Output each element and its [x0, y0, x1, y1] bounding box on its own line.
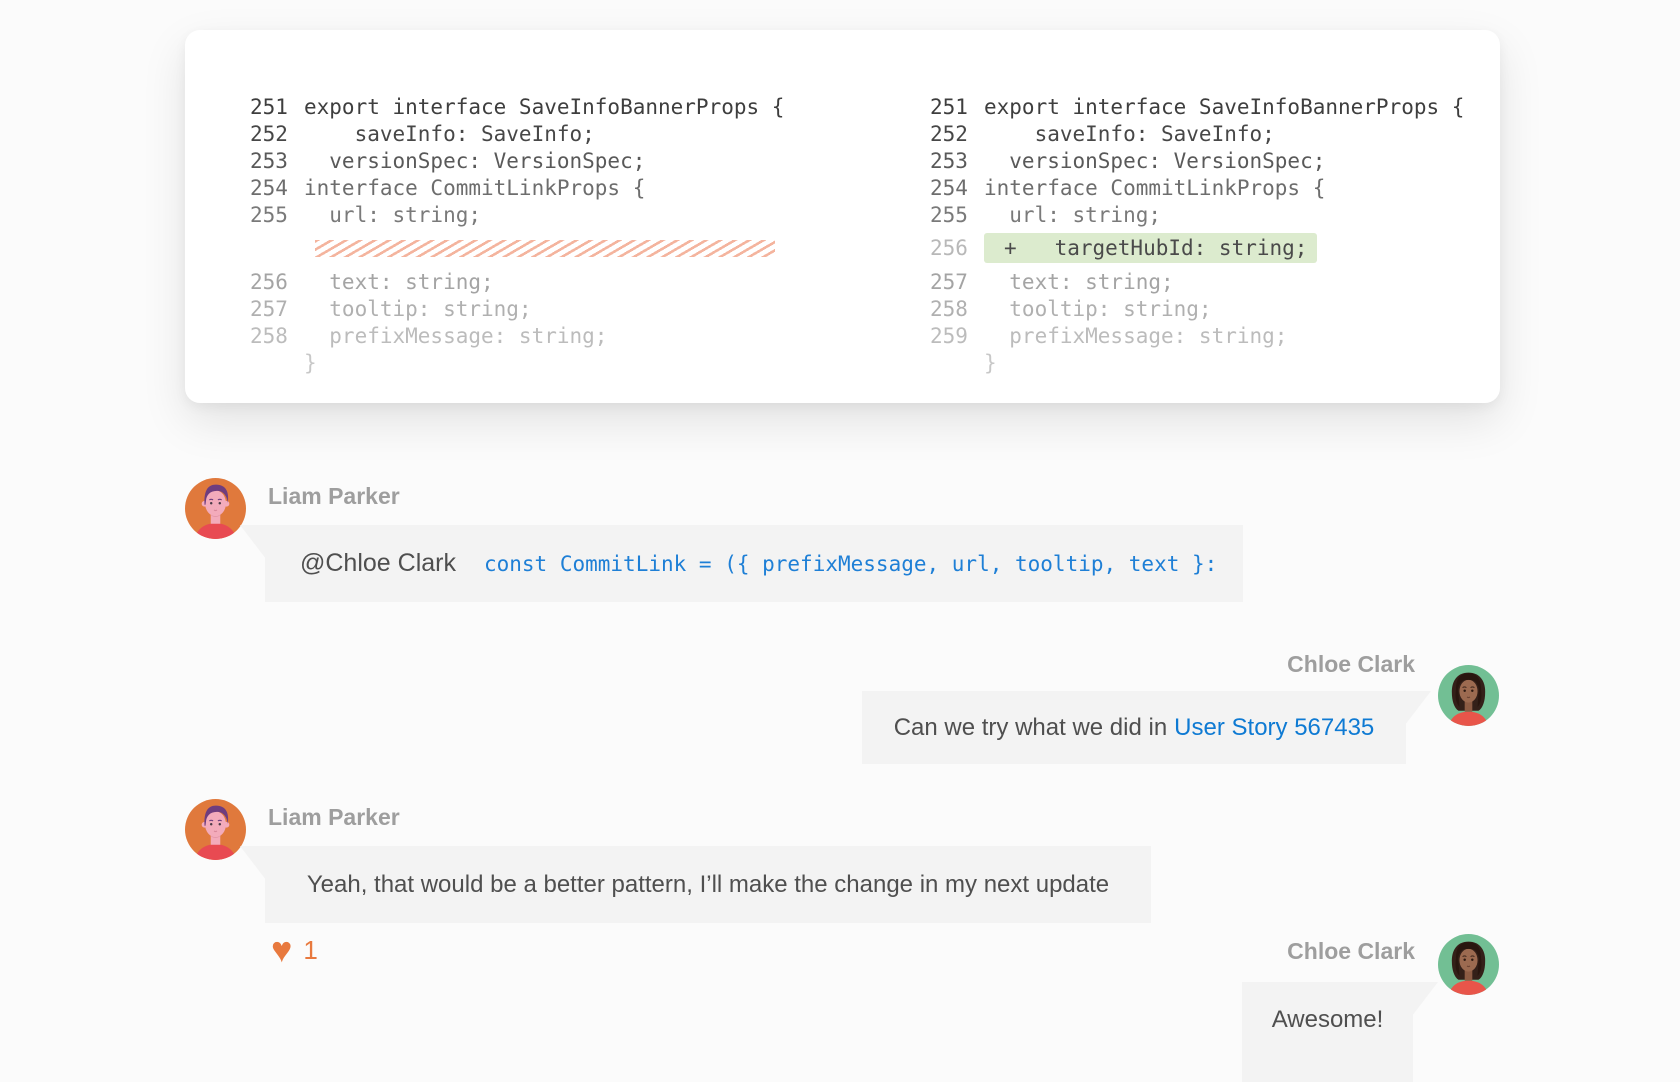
reaction-heart[interactable]: ♥ 1 [271, 932, 318, 968]
line-number: 258 [250, 324, 290, 348]
diff-line: 251 export interface SaveInfoBannerProps … [930, 93, 1464, 120]
line-number: 257 [250, 297, 290, 321]
chloe-avatar [1438, 934, 1499, 995]
diff-line: } [930, 349, 1464, 376]
diff-line: 253 versionSpec: VersionSpec; [930, 147, 1464, 174]
diff-line: 252 saveInfo: SaveInfo; [930, 120, 1464, 147]
diff-line: 258 prefixMessage: string; [250, 322, 784, 349]
line-code: prefixMessage: string; [304, 324, 607, 348]
line-code: } [304, 351, 317, 375]
diff-line: 256 text: string; [250, 268, 784, 295]
line-code: versionSpec: VersionSpec; [304, 149, 645, 173]
bubble-tail [1412, 982, 1438, 1016]
line-code: interface CommitLinkProps { [304, 176, 645, 200]
line-code: export interface SaveInfoBannerProps { [984, 95, 1464, 119]
line-number: 252 [930, 122, 970, 146]
diff-line: 254 interface CommitLinkProps { [250, 174, 784, 201]
message-text: Yeah, that would be a better pattern, I’… [307, 871, 1109, 899]
diff-line: 253 versionSpec: VersionSpec; [250, 147, 784, 174]
line-code: } [984, 351, 997, 375]
line-code: saveInfo: SaveInfo; [304, 122, 595, 146]
line-code: text: string; [984, 270, 1174, 294]
line-number: 253 [250, 149, 290, 173]
diff-line: 252 saveInfo: SaveInfo; [250, 120, 784, 147]
message-bubble: @Chloe Clark const CommitLink = ({ prefi… [265, 525, 1243, 602]
line-code: prefixMessage: string; [984, 324, 1287, 348]
changed-region-row [250, 228, 784, 268]
line-number: 258 [930, 297, 970, 321]
diff-line: 257 text: string; [930, 268, 1464, 295]
line-number: 256 [930, 236, 970, 260]
diff-line: 255 url: string; [930, 201, 1464, 228]
chloe-avatar [1438, 665, 1499, 726]
line-number: 251 [930, 95, 970, 119]
line-number: 257 [930, 270, 970, 294]
message-code-snippet: const CommitLink = ({ prefixMessage, url… [484, 552, 1217, 576]
line-code: interface CommitLinkProps { [984, 176, 1325, 200]
line-number: 259 [930, 324, 970, 348]
changed-lines-hatch [315, 240, 775, 257]
message-text: Awesome! [1272, 1006, 1384, 1034]
pr-review-illustration: 251 export interface SaveInfoBannerProps … [0, 0, 1680, 1057]
line-code: export interface SaveInfoBannerProps { [304, 95, 784, 119]
liam-avatar-illustration [185, 478, 246, 539]
diff-line: 254 interface CommitLinkProps { [930, 174, 1464, 201]
line-number: 251 [250, 95, 290, 119]
line-code: text: string; [304, 270, 494, 294]
chloe-avatar-illustration [1438, 665, 1499, 726]
line-code: url: string; [304, 203, 481, 227]
author-name: Chloe Clark [1287, 938, 1415, 965]
line-code: url: string; [984, 203, 1161, 227]
line-code: saveInfo: SaveInfo; [984, 122, 1275, 146]
author-name: Liam Parker [268, 804, 400, 831]
line-number: 255 [930, 203, 970, 227]
reaction-count: 1 [303, 935, 317, 966]
chloe-avatar-illustration [1438, 934, 1499, 995]
author-name: Chloe Clark [1287, 651, 1415, 678]
line-code: tooltip: string; [304, 297, 532, 321]
message-text: Can we try what we did in [894, 714, 1167, 742]
bubble-tail [1405, 691, 1431, 725]
diff-line: 257 tooltip: string; [250, 295, 784, 322]
message-bubble: Awesome! [1242, 982, 1413, 1082]
diff-line: } [250, 349, 784, 376]
message-bubble: Can we try what we did in User Story 567… [862, 691, 1406, 764]
liam-avatar [185, 799, 246, 860]
bubble-tail [240, 525, 266, 559]
diff-right-panel: 251 export interface SaveInfoBannerProps … [930, 93, 1464, 376]
added-line-row: 256 + targetHubId: string; [930, 228, 1464, 268]
liam-avatar-illustration [185, 799, 246, 860]
line-code: versionSpec: VersionSpec; [984, 149, 1325, 173]
line-number: 255 [250, 203, 290, 227]
liam-avatar [185, 478, 246, 539]
line-code: tooltip: string; [984, 297, 1212, 321]
heart-icon: ♥ [271, 932, 292, 968]
diff-left-panel: 251 export interface SaveInfoBannerProps … [250, 93, 784, 376]
added-line-highlight: + targetHubId: string; [984, 233, 1317, 263]
diff-line: 258 tooltip: string; [930, 295, 1464, 322]
line-number: 252 [250, 122, 290, 146]
line-number: 256 [250, 270, 290, 294]
line-number: 253 [930, 149, 970, 173]
diff-line: 251 export interface SaveInfoBannerProps … [250, 93, 784, 120]
line-number: 254 [930, 176, 970, 200]
diff-line: 259 prefixMessage: string; [930, 322, 1464, 349]
mention-link[interactable]: @Chloe Clark [300, 549, 456, 578]
code-diff-card: 251 export interface SaveInfoBannerProps … [185, 30, 1500, 403]
author-name: Liam Parker [268, 483, 400, 510]
user-story-link[interactable]: User Story 567435 [1174, 714, 1374, 742]
line-code: + targetHubId: string; [1004, 236, 1307, 260]
diff-line: 255 url: string; [250, 201, 784, 228]
line-number: 254 [250, 176, 290, 200]
bubble-tail [240, 846, 266, 880]
message-bubble: Yeah, that would be a better pattern, I’… [265, 846, 1151, 923]
